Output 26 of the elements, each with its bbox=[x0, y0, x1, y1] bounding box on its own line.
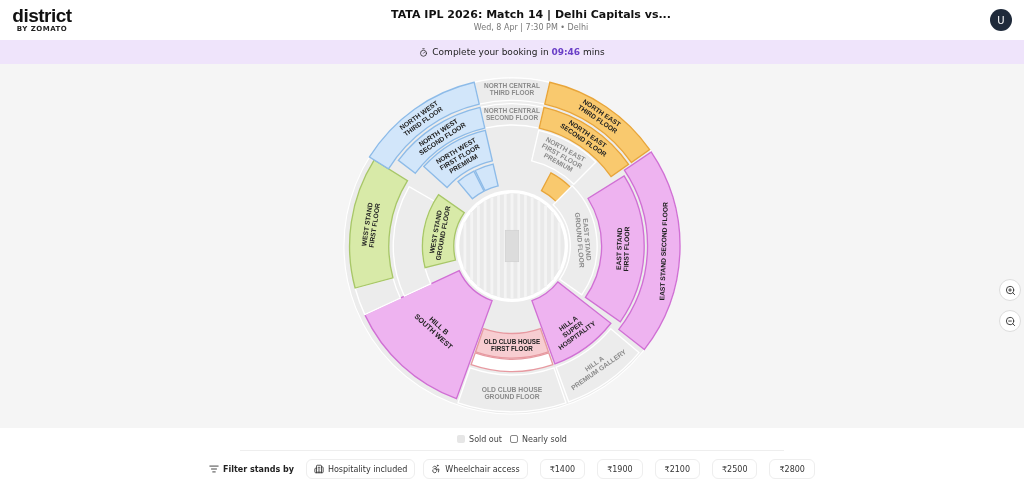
filter-chip[interactable]: ₹1900 bbox=[597, 459, 643, 479]
filter-label: Filter stands by bbox=[223, 464, 294, 474]
legend-label: Nearly sold bbox=[521, 434, 567, 444]
filter-chip[interactable]: Wheelchair access bbox=[423, 459, 528, 479]
filter-chip[interactable]: ₹2500 bbox=[712, 459, 758, 479]
filter-icon bbox=[209, 464, 220, 474]
timer-icon bbox=[419, 47, 429, 57]
booking-timer-text: Complete your booking in 09:46 mins bbox=[432, 47, 605, 57]
filter-chip[interactable]: ₹2800 bbox=[769, 459, 815, 479]
legend-swatch bbox=[457, 435, 466, 443]
event-title: TATA IPL 2026: Match 14 | Delhi Capitals vs... bbox=[391, 8, 671, 21]
wheelchair-icon bbox=[431, 464, 442, 474]
building-icon bbox=[313, 464, 324, 474]
user-avatar[interactable]: U bbox=[990, 9, 1012, 31]
filter-chip[interactable]: ₹1400 bbox=[539, 459, 586, 479]
zoom-out-icon bbox=[1004, 315, 1016, 327]
event-details: Wed, 8 Apr | 7:30 PM • Delhi bbox=[473, 23, 589, 32]
legend-label: Sold out bbox=[469, 434, 502, 444]
zoom-out-button[interactable] bbox=[999, 310, 1021, 332]
logo[interactable]: district bbox=[12, 7, 72, 25]
filter-chip[interactable]: ₹2100 bbox=[654, 459, 701, 479]
zoom-in-icon bbox=[1004, 284, 1016, 296]
zoom-in-button[interactable] bbox=[999, 279, 1021, 301]
legend-swatch bbox=[509, 435, 518, 443]
filter-chip[interactable]: Hospitality included bbox=[305, 459, 416, 479]
stand-section[interactable] bbox=[618, 151, 681, 351]
